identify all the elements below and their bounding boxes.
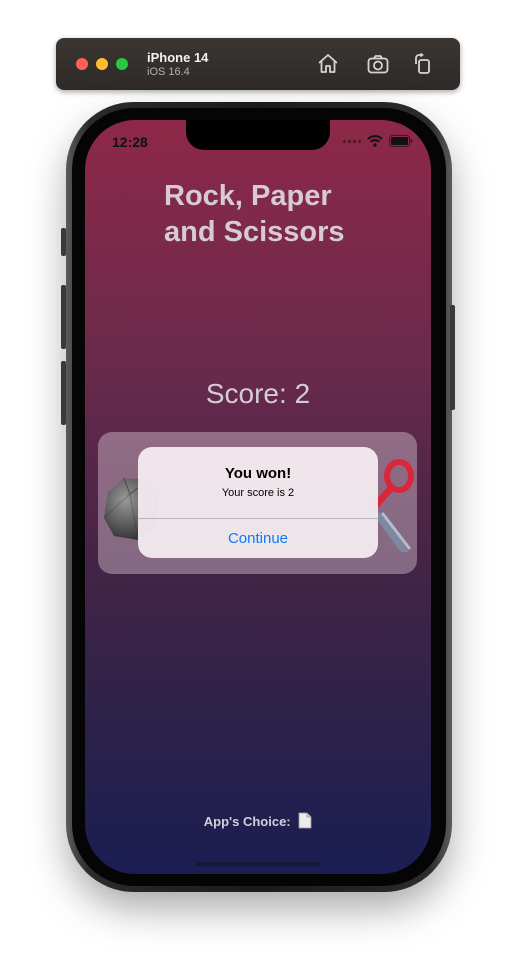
result-alert: You won! Your score is 2 Continue: [138, 447, 378, 558]
alert-title: You won!: [224, 465, 292, 482]
scissors-icon[interactable]: [373, 458, 419, 552]
home-icon[interactable]: [316, 52, 340, 76]
simulator-titlebar: iPhone 14 iOS 16.4: [56, 38, 460, 90]
notch: [186, 120, 330, 150]
alert-message: Your score is 2: [221, 487, 295, 499]
app-choice-label: App's Choice:: [203, 814, 291, 829]
home-indicator[interactable]: [196, 862, 320, 866]
app-title: Rock, Paper and Scissors: [164, 180, 345, 248]
score-label: Score: 2: [205, 378, 311, 409]
status-icons: [343, 135, 413, 147]
mute-switch[interactable]: [61, 228, 66, 256]
status-time: 12:28: [112, 134, 148, 150]
rotate-icon[interactable]: [411, 52, 435, 76]
wifi-icon: [367, 135, 383, 147]
battery-icon: [389, 135, 413, 147]
zoom-window-button[interactable]: [116, 58, 128, 70]
minimize-window-button[interactable]: [96, 58, 108, 70]
cellular-signal-icon: [343, 139, 361, 143]
os-version: iOS 16.4: [147, 66, 190, 78]
paper-icon: [298, 812, 312, 829]
device-name: iPhone 14: [147, 50, 209, 65]
app-choice: App's Choice:: [85, 812, 431, 829]
continue-button[interactable]: Continue: [138, 519, 378, 558]
volume-down-button[interactable]: [61, 361, 66, 425]
power-button[interactable]: [450, 305, 455, 410]
app-screen: 12:28 Rock, Paper and Scissors Score: 2: [85, 120, 431, 874]
close-window-button[interactable]: [76, 58, 88, 70]
screenshot-icon[interactable]: [366, 52, 390, 76]
volume-up-button[interactable]: [61, 285, 66, 349]
